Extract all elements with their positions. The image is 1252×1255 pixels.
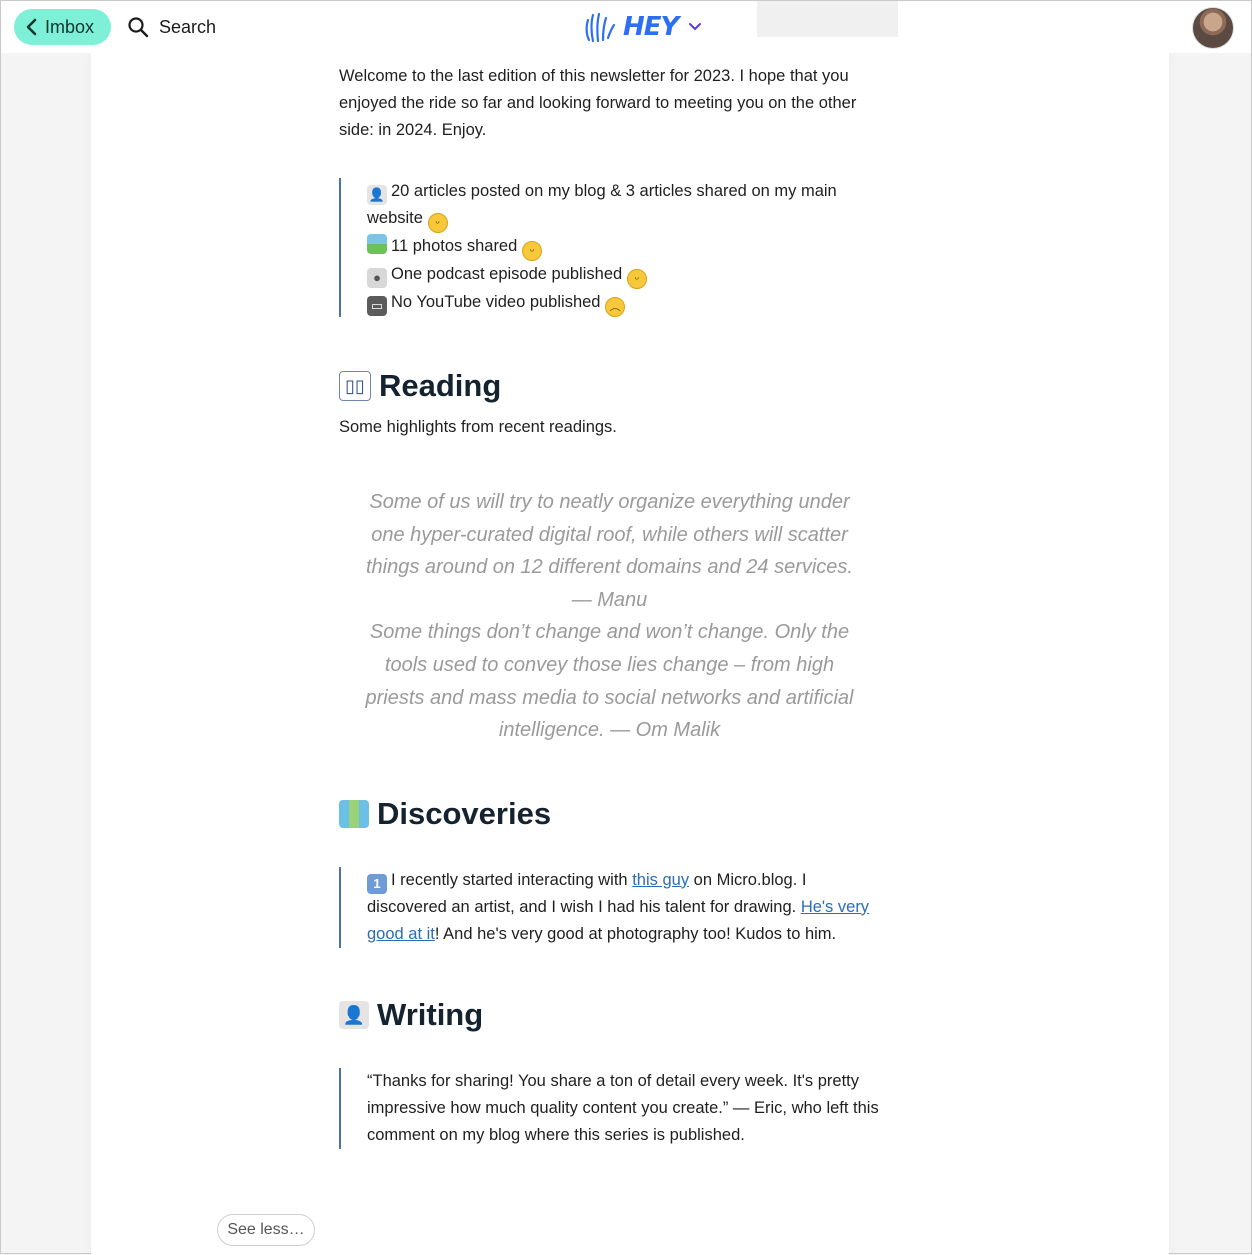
reading-heading: ▯▯ Reading	[339, 367, 884, 405]
discoveries-heading: Discoveries	[339, 795, 884, 833]
smiley-icon: ᵕ	[521, 241, 542, 261]
intro-paragraph: Welcome to the last edition of this news…	[339, 67, 857, 139]
top-bar: Imbox Search HEY	[1, 1, 1251, 53]
hand-logo-icon	[585, 12, 616, 43]
quote-manu: Some of us will try to neatly organize e…	[366, 491, 853, 611]
search-button[interactable]: Search	[127, 11, 216, 43]
smiley-icon: ᵕ	[427, 213, 448, 233]
stat-photos-text: 11 photos shared	[391, 237, 518, 255]
stat-podcast: ● One podcast episode published ᵕ	[367, 261, 884, 289]
newsletter-content: Welcome to the last edition of this news…	[339, 63, 884, 1149]
writing-heading: 👤 Writing	[339, 996, 884, 1034]
stat-youtube-text: No YouTube video published	[391, 293, 601, 311]
smiley-icon: ᵕ	[626, 269, 647, 289]
logo-wordmark: HEY	[623, 12, 679, 42]
back-button-label: Imbox	[44, 16, 95, 37]
landscape-photo-icon	[367, 234, 387, 254]
chevron-left-icon	[26, 18, 37, 36]
quote-om-malik: Some things don’t change and won’t chang…	[365, 621, 854, 742]
reading-subtitle: Some highlights from recent readings.	[339, 418, 617, 436]
keycap-one-icon: 1	[367, 873, 387, 894]
reading-pull-quotes: Some of us will try to neatly organize e…	[339, 486, 884, 747]
hey-logo-menu[interactable]: HEY	[583, 9, 702, 45]
avatar[interactable]	[1192, 7, 1234, 49]
stat-youtube: ▭ No YouTube video published ︵	[367, 289, 884, 317]
writing-heading-text: Writing	[377, 996, 484, 1032]
discoveries-text-a: I recently started interacting with	[391, 870, 633, 889]
stat-articles: 👤 20 articles posted on my blog & 3 artic…	[367, 178, 884, 233]
see-less-button[interactable]: See less…	[217, 1214, 315, 1246]
chevron-down-icon	[689, 23, 702, 31]
discoveries-block: 1I recently started interacting with thi…	[339, 866, 884, 948]
pensive-face-icon: ︵	[605, 297, 626, 317]
television-icon: ▭	[367, 296, 387, 316]
open-book-icon: ▯▯	[339, 371, 371, 401]
discoveries-text-c: ! And he's very good at photography too!…	[434, 924, 837, 943]
world-map-icon	[339, 799, 369, 828]
reading-heading-text: Reading	[379, 368, 502, 403]
discoveries-heading-text: Discoveries	[377, 795, 552, 831]
back-to-imbox-button[interactable]: Imbox	[14, 9, 111, 45]
header-placeholder	[757, 1, 898, 37]
microphone-icon: ●	[367, 268, 387, 288]
technologist-icon: 👤	[339, 1000, 369, 1029]
stat-photos: 11 photos shared ᵕ	[367, 233, 884, 261]
stats-block: 👤 20 articles posted on my blog & 3 artic…	[339, 178, 884, 317]
technologist-icon: 👤	[367, 185, 387, 205]
writing-block: “Thanks for sharing! You share a ton of …	[339, 1067, 884, 1149]
search-icon	[128, 17, 149, 38]
search-label: Search	[159, 16, 217, 37]
this-guy-link[interactable]: this guy	[632, 871, 689, 889]
writing-text: “Thanks for sharing! You share a ton of …	[367, 1071, 879, 1144]
stat-podcast-text: One podcast episode published	[391, 265, 623, 283]
